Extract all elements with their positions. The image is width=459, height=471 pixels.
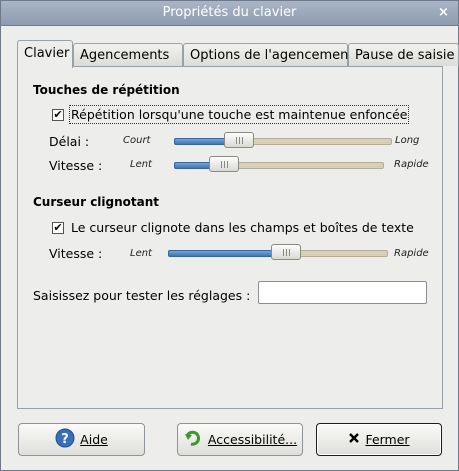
test-field-label: Saisissez pour tester les réglages : bbox=[33, 288, 251, 303]
refresh-arrow-icon bbox=[183, 428, 203, 451]
clavier-panel: Touches de répétition ✔ Répétition lorsq… bbox=[17, 66, 443, 409]
close-button-label: Fermer bbox=[365, 432, 410, 447]
repeat-speed-max-label: Rapide bbox=[394, 159, 429, 170]
cursor-speed-slider[interactable] bbox=[168, 244, 388, 264]
slider-handle[interactable] bbox=[224, 132, 254, 148]
delay-min-label: Court bbox=[123, 135, 151, 146]
accessibility-button-label: Accessibilité... bbox=[207, 432, 298, 447]
delay-label: Délai : bbox=[49, 134, 90, 149]
slider-handle[interactable] bbox=[209, 156, 239, 172]
keyboard-preferences-window: Propriétés du clavier × Clavier Agenceme… bbox=[0, 0, 459, 471]
tab-pause-saisie[interactable]: Pause de saisie bbox=[348, 43, 459, 66]
window-title: Propriétés du clavier bbox=[162, 5, 297, 20]
repeat-checkbox-label[interactable]: Répétition lorsqu'une touche est mainten… bbox=[68, 105, 410, 124]
close-x-icon bbox=[348, 432, 360, 447]
tab-label: Clavier bbox=[24, 46, 70, 61]
tab-clavier[interactable]: Clavier bbox=[17, 40, 73, 68]
help-icon: ? bbox=[55, 428, 75, 451]
help-button[interactable]: ? Aide bbox=[18, 423, 145, 456]
delay-slider[interactable] bbox=[174, 132, 392, 152]
test-input[interactable] bbox=[258, 281, 427, 304]
cursor-speed-max-label: Rapide bbox=[394, 248, 429, 259]
tab-agencements[interactable]: Agencements bbox=[73, 43, 183, 66]
title-bar[interactable]: Propriétés du clavier × bbox=[1, 1, 458, 26]
cursor-speed-min-label: Lent bbox=[130, 248, 152, 259]
tab-options-agencement[interactable]: Options de l'agencement bbox=[183, 43, 353, 66]
tab-label: Agencements bbox=[80, 48, 170, 63]
slider-fill bbox=[168, 250, 287, 257]
tab-label: Options de l'agencement bbox=[190, 48, 354, 63]
accessibility-button[interactable]: Accessibilité... bbox=[177, 423, 303, 456]
help-button-label: Aide bbox=[80, 432, 108, 447]
repeat-heading: Touches de répétition bbox=[33, 83, 180, 97]
svg-text:?: ? bbox=[61, 432, 69, 447]
cursor-blink-checkbox[interactable]: ✔ bbox=[52, 222, 64, 234]
repeat-checkbox[interactable]: ✔ bbox=[52, 109, 64, 121]
tab-label: Pause de saisie bbox=[355, 48, 455, 63]
delay-max-label: Long bbox=[395, 135, 420, 146]
cursor-blink-checkbox-label[interactable]: Le curseur clignote dans les champs et b… bbox=[71, 220, 414, 235]
cursor-speed-label: Vitesse : bbox=[49, 246, 103, 261]
cursor-heading: Curseur clignotant bbox=[33, 195, 160, 209]
close-button[interactable]: Fermer bbox=[316, 423, 442, 456]
repeat-speed-label: Vitesse : bbox=[49, 158, 103, 173]
repeat-speed-min-label: Lent bbox=[130, 159, 152, 170]
slider-fill bbox=[174, 162, 214, 169]
slider-handle[interactable] bbox=[271, 244, 301, 260]
window-close-icon[interactable]: × bbox=[437, 6, 450, 19]
repeat-speed-slider[interactable] bbox=[174, 156, 384, 176]
